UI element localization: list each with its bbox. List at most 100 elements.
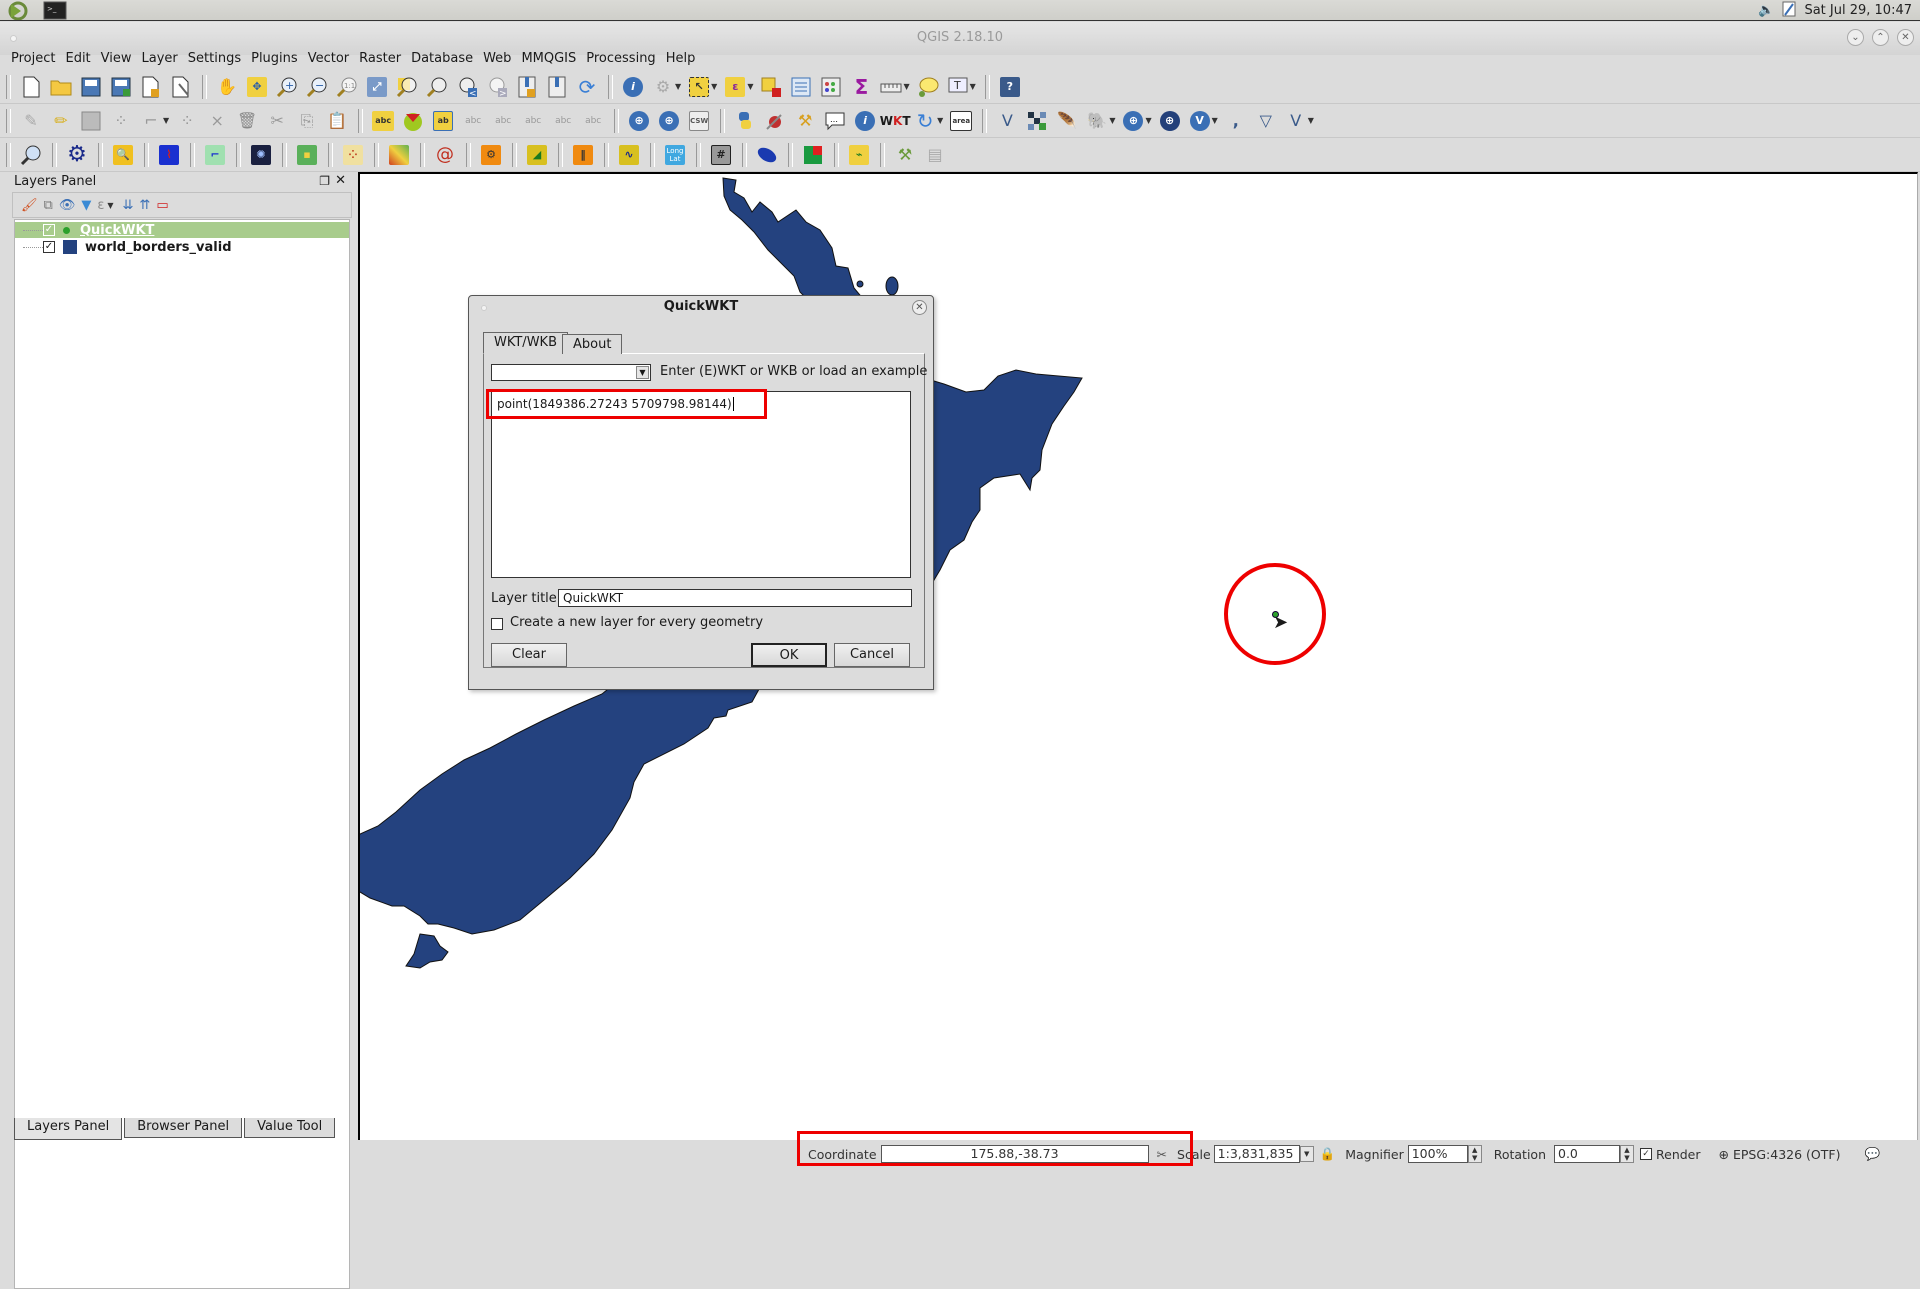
- qgis-launcher-icon[interactable]: [6, 1, 30, 21]
- toolbar-grip[interactable]: [604, 142, 609, 167]
- toolbar-grip[interactable]: [236, 142, 241, 167]
- dropdown-arrow[interactable]: ▼: [1212, 116, 1218, 125]
- refresh-plugin-icon[interactable]: ↻: [912, 108, 938, 134]
- menu-processing[interactable]: Processing: [581, 49, 660, 69]
- show-hide-labels-icon[interactable]: abc: [460, 108, 486, 134]
- float-panel-icon[interactable]: ❐: [319, 174, 330, 188]
- render-label[interactable]: Render: [1656, 1147, 1701, 1162]
- toolbar-grip[interactable]: [420, 142, 425, 167]
- toolbar-grip[interactable]: [558, 142, 563, 167]
- clear-button[interactable]: Clear: [491, 643, 567, 667]
- terminal-icon[interactable]: >_: [43, 1, 67, 20]
- dropdown-arrow[interactable]: ▼: [711, 82, 717, 91]
- composer-manager-icon[interactable]: [168, 74, 194, 100]
- open-project-icon[interactable]: [48, 74, 74, 100]
- tab-layers-panel[interactable]: Layers Panel: [14, 1118, 123, 1140]
- zoom-in-icon[interactable]: +: [274, 74, 300, 100]
- zoom-to-layer-icon[interactable]: [424, 74, 450, 100]
- dropdown-arrow[interactable]: ▼: [1109, 116, 1115, 125]
- wkt-icon[interactable]: WKT: [880, 108, 911, 134]
- zoom-to-selection-icon[interactable]: [394, 74, 420, 100]
- scale-combo[interactable]: 1:3,831,835: [1213, 1145, 1300, 1163]
- volume-icon[interactable]: 🔈: [1758, 3, 1774, 18]
- add-vector-layer-icon[interactable]: V: [994, 108, 1020, 134]
- layer-visibility-checkbox[interactable]: ✓: [43, 241, 55, 253]
- dropdown-arrow[interactable]: ▼: [747, 82, 753, 91]
- remove-layer-icon[interactable]: ▭: [156, 198, 168, 213]
- chevron-down-icon[interactable]: ▼: [1299, 1146, 1314, 1162]
- add-wfs-layer-icon[interactable]: ⊕: [1157, 108, 1183, 134]
- delete-part-icon[interactable]: ⨯: [204, 108, 230, 134]
- tab-about[interactable]: About: [562, 334, 623, 354]
- select-by-expression-icon[interactable]: ε: [722, 74, 748, 100]
- save-as-icon[interactable]: [108, 74, 134, 100]
- plugin-hammer-icon[interactable]: ⚒: [792, 108, 818, 134]
- maximize-button[interactable]: ⌃: [1872, 29, 1889, 46]
- heatmap-icon[interactable]: [386, 142, 412, 168]
- chevron-down-icon[interactable]: ▼: [636, 366, 649, 379]
- toolbar-grip[interactable]: [6, 74, 11, 99]
- change-label-icon[interactable]: abc: [550, 108, 576, 134]
- crs-status[interactable]: EPSG:4326 (OTF): [1733, 1147, 1840, 1162]
- tab-browser-panel[interactable]: Browser Panel: [124, 1118, 243, 1138]
- help-icon[interactable]: ?: [997, 74, 1023, 100]
- menu-plugins[interactable]: Plugins: [246, 49, 303, 69]
- menu-web[interactable]: Web: [478, 49, 516, 69]
- minimize-button[interactable]: ⌄: [1847, 29, 1864, 46]
- gears-icon[interactable]: ⚙: [478, 142, 504, 168]
- toolbar-grip[interactable]: [144, 142, 149, 167]
- point-density-icon[interactable]: ⁘: [340, 142, 366, 168]
- clock[interactable]: Sat Jul 29, 10:47: [1804, 3, 1912, 18]
- dropdown-arrow[interactable]: ▼: [675, 82, 681, 91]
- plug-icon[interactable]: ⌁: [846, 142, 872, 168]
- add-wms-layer-icon[interactable]: ⊕: [1120, 108, 1146, 134]
- dropdown-arrow[interactable]: ▼: [107, 201, 113, 210]
- run-action-icon[interactable]: ⚙: [650, 74, 676, 100]
- expand-all-icon[interactable]: ⇊: [123, 198, 134, 213]
- add-feature-icon[interactable]: ⁘: [108, 108, 134, 134]
- cut-scissors-icon[interactable]: ✂: [264, 108, 290, 134]
- grid-plugin-icon[interactable]: ▪: [294, 142, 320, 168]
- audio-waveform-icon[interactable]: ‖: [570, 142, 596, 168]
- zoom-native-icon[interactable]: 1:1: [334, 74, 360, 100]
- dish-icon[interactable]: ◢: [524, 142, 550, 168]
- dialog-close-button[interactable]: ✕: [912, 300, 927, 315]
- scale-lock-icon[interactable]: 🔒: [1320, 1146, 1336, 1162]
- map-tips-icon[interactable]: [915, 74, 941, 100]
- warp-icon[interactable]: ✺: [248, 142, 274, 168]
- labeling-icon[interactable]: abc: [370, 108, 396, 134]
- tab-value-tool[interactable]: Value Tool: [244, 1118, 336, 1138]
- zoom-search-icon[interactable]: 🔍: [110, 142, 136, 168]
- new-bookmark-icon[interactable]: [514, 74, 540, 100]
- add-wcs-globe-icon[interactable]: ⊕: [656, 108, 682, 134]
- node-tool-icon[interactable]: ⁘: [174, 108, 200, 134]
- add-delimited-text-icon[interactable]: ,: [1223, 108, 1249, 134]
- csw-icon[interactable]: CSW: [686, 108, 712, 134]
- tab-wkt-wkb[interactable]: WKT/WKB: [483, 332, 568, 354]
- toolbar-grip[interactable]: [52, 142, 57, 167]
- ok-button[interactable]: OK: [751, 643, 827, 667]
- close-window-button[interactable]: ✕: [1897, 29, 1914, 46]
- toolbar-grip[interactable]: [190, 142, 195, 167]
- copy-icon[interactable]: ⎘: [294, 108, 320, 134]
- scroll-map-icon[interactable]: ▤: [922, 142, 948, 168]
- example-select[interactable]: ▼: [491, 364, 651, 381]
- layer-title-input[interactable]: QuickWKT: [558, 589, 912, 607]
- show-bookmarks-icon[interactable]: [544, 74, 570, 100]
- label-properties-icon[interactable]: abc: [580, 108, 606, 134]
- new-layer-checkbox[interactable]: [491, 618, 503, 630]
- zoom-next-icon[interactable]: >: [484, 74, 510, 100]
- field-calculator-icon[interactable]: [818, 74, 844, 100]
- toolbar-grip[interactable]: [6, 142, 11, 167]
- toolbar-grip[interactable]: [742, 142, 747, 167]
- plugin-rose-icon[interactable]: [762, 108, 788, 134]
- toolbar-grip[interactable]: [282, 142, 287, 167]
- collapse-all-icon[interactable]: ⇈: [139, 198, 150, 213]
- save-edits-icon[interactable]: [78, 108, 104, 134]
- add-spatialite-feather-icon[interactable]: 🪶: [1054, 108, 1080, 134]
- dropdown-arrow[interactable]: ▼: [1145, 116, 1151, 125]
- new-project-icon[interactable]: [18, 74, 44, 100]
- toolbar-grip[interactable]: [6, 108, 11, 133]
- menu-layer[interactable]: Layer: [137, 49, 183, 69]
- zoom-out-icon[interactable]: −: [304, 74, 330, 100]
